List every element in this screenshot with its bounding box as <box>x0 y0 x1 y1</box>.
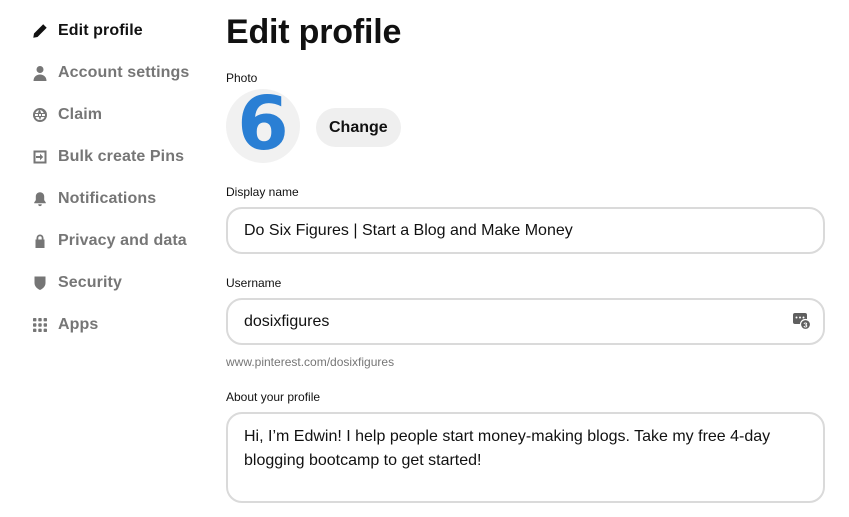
display-name-input[interactable] <box>226 207 825 254</box>
sidebar-item-bulk-create-pins[interactable]: Bulk create Pins <box>30 136 210 178</box>
sidebar-item-label: Privacy and data <box>58 232 187 249</box>
change-photo-button[interactable]: Change <box>316 108 401 147</box>
sidebar-item-label: Notifications <box>58 190 157 207</box>
username-label: Username <box>226 276 282 290</box>
display-name-label: Display name <box>226 185 299 199</box>
sidebar-item-label: Apps <box>58 316 99 333</box>
sidebar-item-security[interactable]: Security <box>30 262 210 304</box>
about-textarea[interactable]: Hi, I’m Edwin! I help people start money… <box>226 412 825 503</box>
lock-icon <box>30 231 50 251</box>
shield-icon <box>30 273 50 293</box>
about-label: About your profile <box>226 390 321 404</box>
sidebar-item-label: Claim <box>58 106 103 123</box>
sidebar-item-edit-profile[interactable]: Edit profile <box>30 10 210 52</box>
password-manager-badge: 3 <box>803 320 807 329</box>
bell-icon <box>30 189 50 209</box>
pencil-icon <box>30 21 50 41</box>
sidebar-item-claim[interactable]: Claim <box>30 94 210 136</box>
import-icon <box>30 147 50 167</box>
page-title: Edit profile <box>226 13 402 51</box>
sidebar-item-notifications[interactable]: Notifications <box>30 178 210 220</box>
sidebar-item-label: Security <box>58 274 122 291</box>
avatar: 6 <box>226 89 300 163</box>
avatar-glyph: 6 <box>237 89 289 163</box>
username-input[interactable] <box>226 298 825 345</box>
settings-sidebar: Edit profile Account settings Claim Bulk… <box>30 10 210 346</box>
globe-icon <box>30 105 50 125</box>
sidebar-item-label: Edit profile <box>58 22 143 39</box>
sidebar-item-label: Account settings <box>58 64 190 81</box>
sidebar-item-privacy-and-data[interactable]: Privacy and data <box>30 220 210 262</box>
sidebar-item-apps[interactable]: Apps <box>30 304 210 346</box>
sidebar-item-account-settings[interactable]: Account settings <box>30 52 210 94</box>
sidebar-item-label: Bulk create Pins <box>58 148 185 165</box>
profile-url: www.pinterest.com/dosixfigures <box>226 355 395 369</box>
password-manager-icon[interactable]: 3 <box>793 312 811 330</box>
photo-label: Photo <box>226 71 258 85</box>
person-icon <box>30 63 50 83</box>
apps-grid-icon <box>30 315 50 335</box>
